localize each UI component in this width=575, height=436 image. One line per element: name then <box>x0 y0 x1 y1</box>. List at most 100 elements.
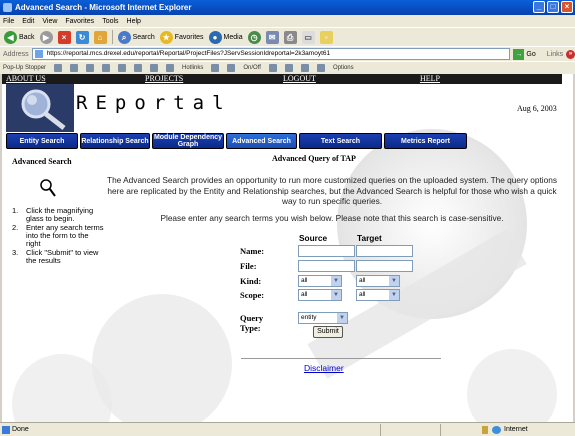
options-button[interactable]: Options <box>333 65 354 71</box>
nav-logout[interactable]: LOGOUT <box>283 74 316 83</box>
toolbar-tool-icon[interactable] <box>284 64 293 72</box>
page-content: ABOUT US PROJECTS LOGOUT HELP REportal A… <box>2 74 573 422</box>
toolbar-tool-icon[interactable] <box>227 64 236 72</box>
target-file-input[interactable] <box>356 260 413 272</box>
tab-relationship-search[interactable]: Relationship Search <box>80 133 150 149</box>
media-button[interactable]: ● Media <box>208 30 243 44</box>
target-column-header: Target <box>357 233 382 243</box>
toolbar-tool-icon[interactable] <box>70 64 79 72</box>
search-button[interactable]: ⌕ Search <box>117 30 155 44</box>
maximize-button[interactable]: □ <box>547 1 559 13</box>
target-name-input[interactable] <box>356 245 413 257</box>
standard-toolbar: ◀ Back ▶ × ↻ ⌂ ⌕ Search ★ Favorites ● Me… <box>0 27 575 46</box>
history-icon[interactable]: ◷ <box>247 30 261 44</box>
url-input[interactable]: https://reportal.mcs.drexel.edu/reportal… <box>31 48 511 60</box>
hotlinks-button[interactable]: Hotlinks <box>182 65 203 71</box>
links-button[interactable]: Links <box>547 51 563 58</box>
menu-bar: File Edit View Favorites Tools Help <box>0 15 575 27</box>
magnifying-glass-icon[interactable] <box>40 179 56 197</box>
stop-icon[interactable]: × <box>57 30 71 44</box>
submit-button[interactable]: Submit <box>313 326 343 338</box>
instructions-list: 1. Click the magnifying glass to begin. 2… <box>12 207 104 266</box>
instruction-note: Please enter any search terms you wish b… <box>160 213 504 223</box>
status-divider <box>380 424 381 436</box>
go-button[interactable]: → Go <box>513 48 536 60</box>
messenger-icon[interactable]: ▫ <box>319 30 333 44</box>
status-text: Done <box>12 426 29 433</box>
links-extra-icon[interactable]: » <box>566 49 575 59</box>
status-bar: Done Internet <box>0 422 575 436</box>
toolbar-tool-icon[interactable] <box>118 64 127 72</box>
toolbar-tool-icon[interactable] <box>166 64 175 72</box>
internet-zone-icon <box>492 426 501 434</box>
menu-view[interactable]: View <box>42 18 57 25</box>
toolbar-tool-icon[interactable] <box>316 64 325 72</box>
menu-file[interactable]: File <box>3 18 14 25</box>
toolbar-tool-icon[interactable] <box>211 64 220 72</box>
lock-icon <box>482 426 488 434</box>
page-icon <box>34 50 43 58</box>
target-kind-select[interactable]: all ▼ <box>356 275 400 287</box>
search-icon: ⌕ <box>117 30 131 44</box>
list-item: 1. Click the magnifying glass to begin. <box>12 206 94 223</box>
disclaimer-link[interactable]: Disclaimer <box>304 363 344 373</box>
print-icon[interactable]: ⎙ <box>283 30 297 44</box>
forward-arrow-icon: ▶ <box>39 30 53 44</box>
music-icon[interactable] <box>268 64 277 72</box>
chevron-down-icon: ▼ <box>389 290 399 300</box>
divider <box>241 358 441 359</box>
back-arrow-icon: ◀ <box>4 30 17 44</box>
menu-tools[interactable]: Tools <box>102 18 118 25</box>
query-type-select[interactable]: entity ▼ <box>298 312 348 324</box>
toolbar-tool-icon[interactable] <box>102 64 111 72</box>
forward-button[interactable]: ▶ <box>39 30 53 44</box>
file-label: File: <box>240 261 257 271</box>
menu-favorites[interactable]: Favorites <box>65 18 94 25</box>
tab-metrics-report[interactable]: Metrics Report <box>384 133 467 149</box>
list-item: 3. Click "Submit" to view the results <box>12 248 99 265</box>
tab-entity-search[interactable]: Entity Search <box>6 133 78 149</box>
nav-about-us[interactable]: ABOUT US <box>6 74 46 83</box>
source-name-input[interactable] <box>298 245 355 257</box>
back-button[interactable]: ◀ Back <box>4 30 35 44</box>
home-icon[interactable]: ⌂ <box>93 30 107 44</box>
minimize-button[interactable]: _ <box>533 1 545 13</box>
chevron-down-icon: ▼ <box>331 290 341 300</box>
chevron-down-icon: ▼ <box>337 313 347 323</box>
onoff-button[interactable]: On/Off <box>243 65 261 71</box>
toolbar-tool-icon[interactable] <box>300 64 309 72</box>
target-scope-select[interactable]: all ▼ <box>356 289 400 301</box>
current-date: Aug 6, 2003 <box>517 104 557 113</box>
popup-stopper-label: Pop-Up Stopper <box>3 65 47 71</box>
tab-advanced-search[interactable]: Advanced Search <box>226 133 297 149</box>
favorites-button[interactable]: ★ Favorites <box>159 30 204 44</box>
nav-projects[interactable]: PROJECTS <box>145 74 183 83</box>
tab-module-dependency-graph[interactable]: Module Dependency Graph <box>152 133 224 149</box>
source-column-header: Source <box>299 233 328 243</box>
source-file-input[interactable] <box>298 260 355 272</box>
source-scope-select[interactable]: all ▼ <box>298 289 342 301</box>
source-kind-select[interactable]: all ▼ <box>298 275 342 287</box>
top-navigation: ABOUT US PROJECTS LOGOUT HELP <box>2 74 562 84</box>
sidebar: Advanced Search 1. Click the magnifying g… <box>12 157 107 265</box>
menu-help[interactable]: Help <box>127 18 141 25</box>
tab-text-search[interactable]: Text Search <box>299 133 382 149</box>
toolbar-tool-icon[interactable] <box>86 64 95 72</box>
close-button[interactable]: × <box>561 1 573 13</box>
security-zone: Internet <box>504 426 528 433</box>
toolbar-tool-icon[interactable] <box>134 64 143 72</box>
toolbar-tool-icon[interactable] <box>54 64 63 72</box>
refresh-icon[interactable]: ↻ <box>75 30 89 44</box>
edit-icon[interactable]: ▭ <box>301 30 315 44</box>
page-title: Advanced Query of TAP <box>272 154 356 163</box>
reportal-logo: REportal <box>76 92 232 114</box>
menu-edit[interactable]: Edit <box>22 18 34 25</box>
toolbar-tool-icon[interactable] <box>150 64 159 72</box>
query-type-label: Query Type: <box>240 313 264 333</box>
scope-label: Scope: <box>240 290 265 300</box>
mail-icon[interactable]: ✉ <box>265 30 279 44</box>
toolbar-separator <box>111 30 113 44</box>
nav-help[interactable]: HELP <box>420 74 440 83</box>
page-status-icon <box>2 426 10 434</box>
go-arrow-icon: → <box>513 48 525 60</box>
